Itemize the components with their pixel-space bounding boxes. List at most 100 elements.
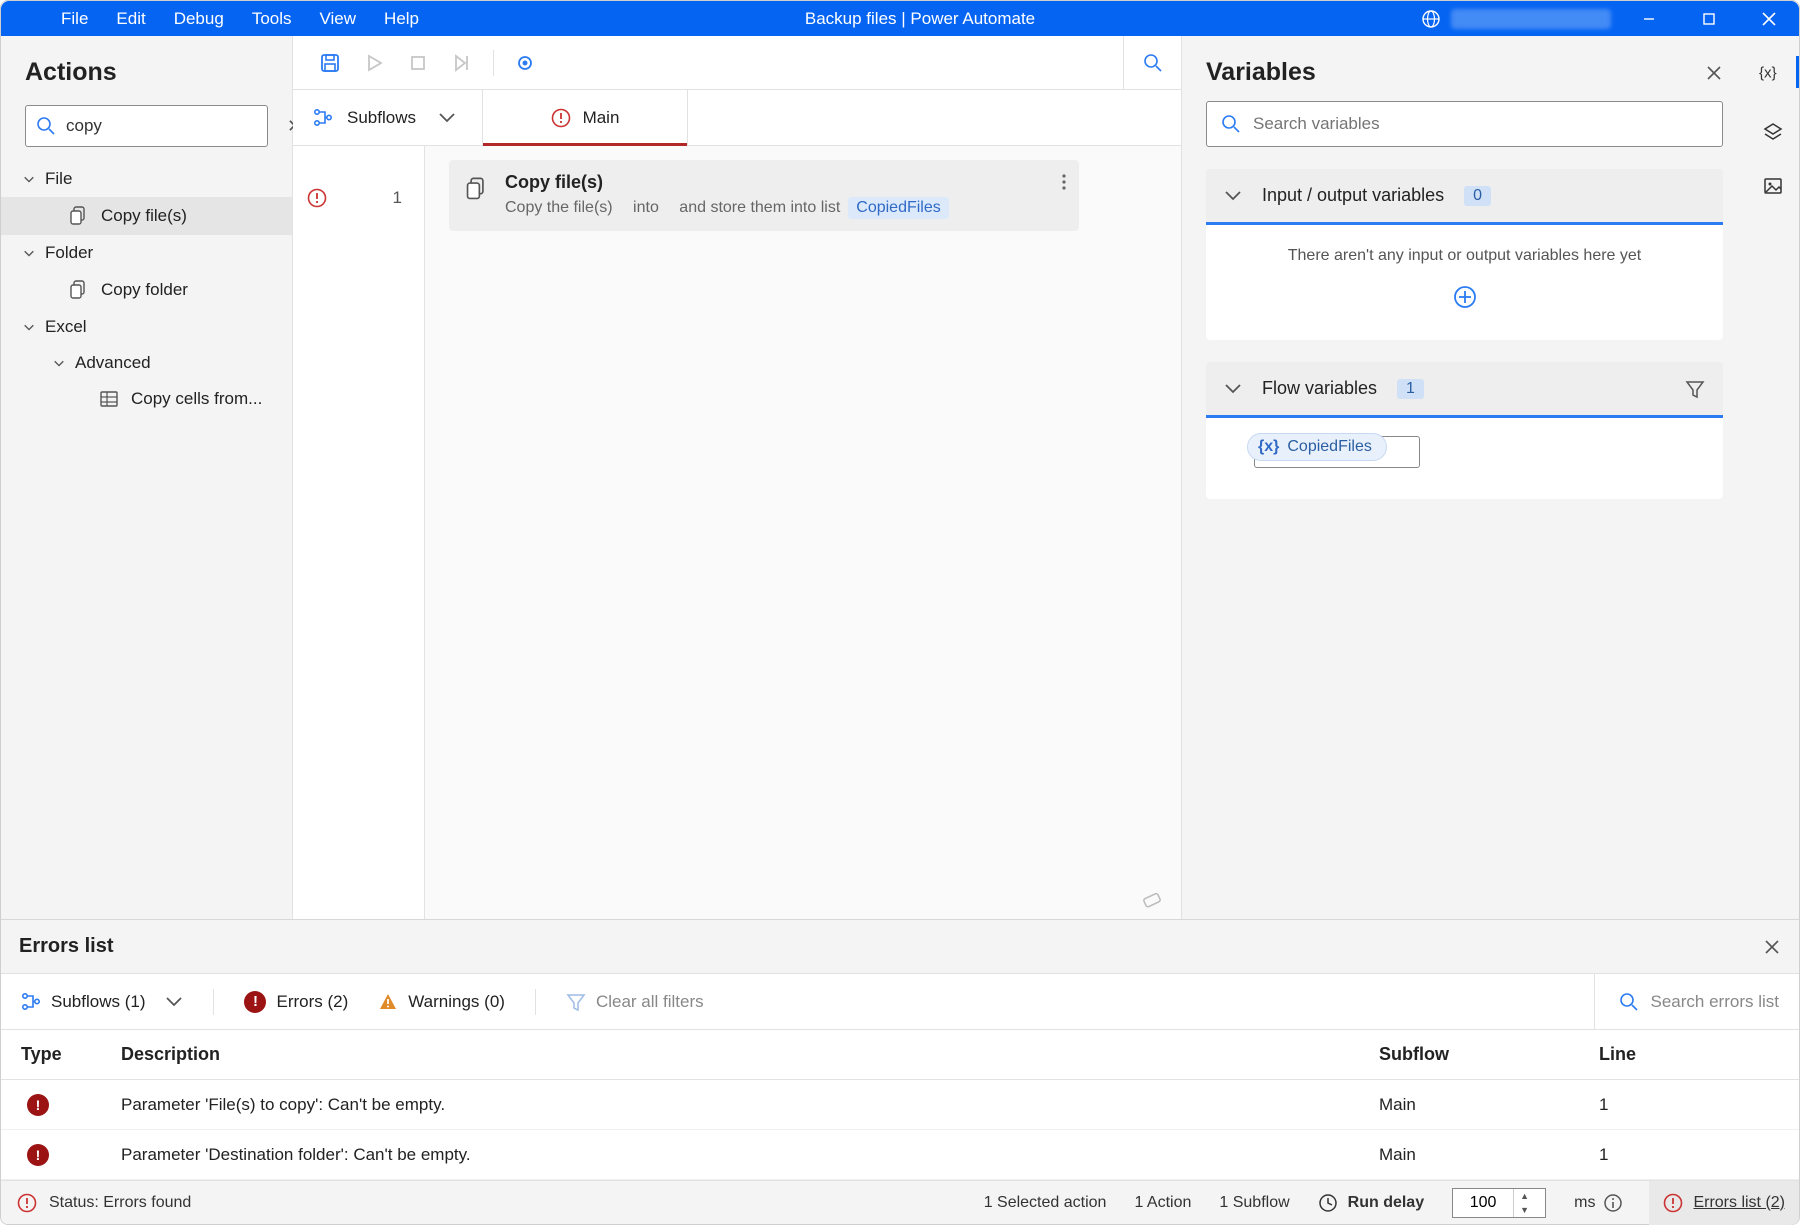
error-row[interactable]: ! Parameter 'Destination folder': Can't … [1, 1130, 1799, 1180]
menu-file[interactable]: File [61, 9, 88, 29]
steps-area[interactable]: Copy file(s) Copy the file(s) into and s… [425, 146, 1181, 919]
chevron-down-icon [1224, 380, 1242, 398]
errors-subflows-filter[interactable]: Subflows (1) [21, 992, 183, 1012]
designer: Subflows Main 1 Copy file(s) [293, 36, 1182, 919]
action-copy-folder[interactable]: Copy folder [1, 271, 292, 309]
copy-icon [69, 279, 89, 301]
action-copy-files[interactable]: Copy file(s) [1, 197, 292, 235]
add-io-variable-button[interactable] [1453, 285, 1477, 309]
run-delay-input[interactable] [1453, 1194, 1513, 1212]
designer-toolbar [293, 36, 1181, 90]
chevron-down-icon [165, 993, 183, 1011]
error-line: 1 [1599, 1095, 1779, 1115]
spin-up[interactable]: ▲ [1514, 1189, 1535, 1203]
io-empty-text: There aren't any input or output variabl… [1224, 247, 1705, 265]
errors-list-toggle[interactable]: Errors list (2) [1649, 1181, 1799, 1225]
variables-search-input[interactable] [1253, 114, 1708, 134]
line-gutter: 1 [293, 146, 425, 919]
warning-icon [378, 992, 398, 1012]
flow-variables-header[interactable]: Flow variables 1 [1206, 362, 1723, 418]
run-delay-field[interactable]: ▲▼ [1452, 1188, 1546, 1218]
variable-token-copiedfiles[interactable]: CopiedFiles [848, 197, 948, 219]
errors-filter-warnings[interactable]: Warnings (0) [378, 992, 505, 1012]
maximize-button[interactable] [1679, 1, 1739, 36]
record-button[interactable] [506, 44, 544, 82]
rail-variables-button[interactable] [1747, 56, 1799, 88]
actions-search-input[interactable] [66, 116, 287, 136]
actions-search[interactable]: ✕ [25, 105, 268, 147]
error-description: Parameter 'File(s) to copy': Can't be em… [121, 1095, 1379, 1115]
status-bar: Status: Errors found 1 Selected action 1… [1, 1180, 1799, 1224]
environment-name [1451, 9, 1611, 29]
status-actions: 1 Action [1134, 1194, 1191, 1212]
error-icon: ! [244, 991, 266, 1013]
flow-variable-copiedfiles[interactable]: {x} CopiedFiles [1254, 436, 1420, 468]
filter-icon[interactable] [1685, 379, 1705, 399]
col-subflow[interactable]: Subflow [1379, 1044, 1599, 1065]
menu-edit[interactable]: Edit [116, 9, 145, 29]
io-variables-section: Input / output variables 0 There aren't … [1206, 169, 1723, 340]
errors-panel: Errors list Subflows (1) ! Errors (2) Wa… [1, 919, 1799, 1180]
variables-panel: Variables Input / output variables 0 The… [1182, 36, 1747, 919]
group-folder-label: Folder [45, 243, 93, 263]
flow-variables-title: Flow variables [1262, 378, 1377, 399]
chevron-down-icon [53, 357, 65, 369]
menu-tools[interactable]: Tools [252, 9, 292, 29]
rail-ui-elements-button[interactable] [1763, 122, 1783, 142]
error-icon: ! [27, 1144, 49, 1166]
eraser-button[interactable] [1141, 887, 1163, 909]
spin-down[interactable]: ▼ [1514, 1203, 1535, 1217]
group-advanced-label: Advanced [75, 353, 151, 373]
close-window-button[interactable] [1739, 1, 1799, 36]
step-copy-files[interactable]: Copy file(s) Copy the file(s) into and s… [449, 160, 1079, 231]
rail-images-button[interactable] [1763, 176, 1783, 196]
minimize-button[interactable] [1619, 1, 1679, 36]
step-menu-button[interactable] [1061, 172, 1067, 192]
action-copy-files-label: Copy file(s) [101, 206, 187, 226]
errors-search[interactable]: Search errors list [1594, 974, 1779, 1030]
save-button[interactable] [311, 44, 349, 82]
error-row[interactable]: ! Parameter 'File(s) to copy': Can't be … [1, 1080, 1799, 1130]
tab-main-label: Main [583, 108, 620, 128]
group-folder[interactable]: Folder [1, 235, 292, 271]
col-type[interactable]: Type [21, 1044, 121, 1065]
group-advanced[interactable]: Advanced [1, 345, 292, 381]
run-button[interactable] [355, 44, 393, 82]
chevron-down-icon [23, 173, 35, 185]
environment-picker[interactable] [1421, 9, 1619, 29]
col-description[interactable]: Description [121, 1044, 1379, 1065]
chevron-down-icon [23, 247, 35, 259]
group-excel[interactable]: Excel [1, 309, 292, 345]
designer-search-button[interactable] [1123, 36, 1181, 90]
subflow-icon [21, 992, 41, 1012]
close-icon[interactable] [1763, 938, 1781, 956]
error-subflow: Main [1379, 1145, 1599, 1165]
col-line[interactable]: Line [1599, 1044, 1779, 1065]
ms-label: ms [1574, 1194, 1595, 1212]
io-variables-header[interactable]: Input / output variables 0 [1206, 169, 1723, 225]
variables-search[interactable] [1206, 101, 1723, 147]
tab-row: Subflows Main [293, 90, 1181, 146]
subflows-dropdown[interactable]: Subflows [293, 90, 483, 145]
error-icon [307, 188, 327, 208]
menu-view[interactable]: View [320, 9, 357, 29]
menu-help[interactable]: Help [384, 9, 419, 29]
search-icon [36, 116, 56, 136]
close-icon[interactable] [1705, 64, 1723, 82]
clear-filters-button[interactable]: Clear all filters [566, 992, 704, 1012]
errors-filter-errors[interactable]: ! Errors (2) [244, 991, 348, 1013]
stop-button[interactable] [399, 44, 437, 82]
error-icon [17, 1193, 37, 1213]
error-icon [551, 108, 571, 128]
info-icon[interactable] [1603, 1193, 1623, 1213]
errors-subflows-label: Subflows (1) [51, 992, 145, 1012]
group-file[interactable]: File [1, 161, 292, 197]
window-title: Backup files | Power Automate [419, 9, 1421, 29]
step-button[interactable] [443, 44, 481, 82]
filter-icon [566, 992, 586, 1012]
action-copy-cells[interactable]: Copy cells from... [1, 381, 292, 417]
menu-debug[interactable]: Debug [174, 9, 224, 29]
clock-icon [1318, 1193, 1338, 1213]
tab-main[interactable]: Main [483, 90, 688, 145]
errors-search-placeholder: Search errors list [1651, 992, 1779, 1012]
